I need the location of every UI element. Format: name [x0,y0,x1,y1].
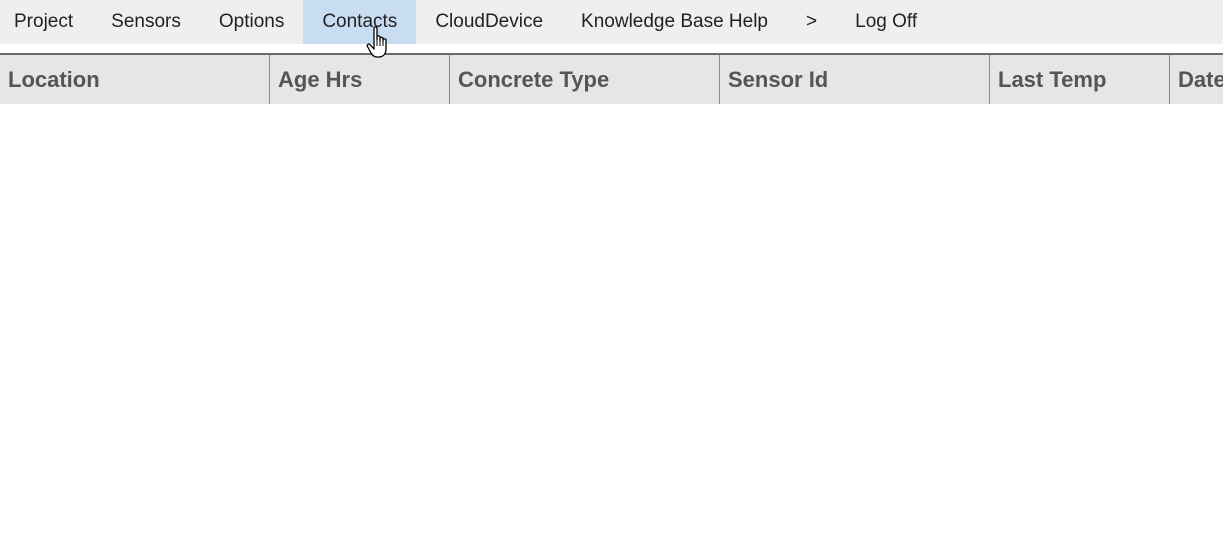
column-header-last-temp[interactable]: Last Temp [990,55,1170,104]
column-header-sensor-id[interactable]: Sensor Id [720,55,990,104]
menu-separator [0,44,1223,53]
menu-item-options[interactable]: Options [200,0,303,44]
menu-item-knowledge-base-help[interactable]: Knowledge Base Help [562,0,787,44]
grid-body [0,104,1223,539]
column-header-age-hrs[interactable]: Age Hrs [270,55,450,104]
menu-item-clouddevice[interactable]: CloudDevice [416,0,562,44]
grid-header: Location Age Hrs Concrete Type Sensor Id… [0,53,1223,105]
menu-item-log-off[interactable]: Log Off [836,0,936,44]
menu-item-project[interactable]: Project [0,0,92,44]
column-header-concrete-type[interactable]: Concrete Type [450,55,720,104]
menu-item-contacts[interactable]: Contacts [303,0,417,44]
column-header-location[interactable]: Location [0,55,270,104]
column-header-date[interactable]: Date [1170,55,1223,104]
menu-item-sensors[interactable]: Sensors [92,0,200,44]
menu-item-more[interactable]: > [787,0,836,44]
main-menu-bar: Project Sensors Options Contacts CloudDe… [0,0,1223,44]
